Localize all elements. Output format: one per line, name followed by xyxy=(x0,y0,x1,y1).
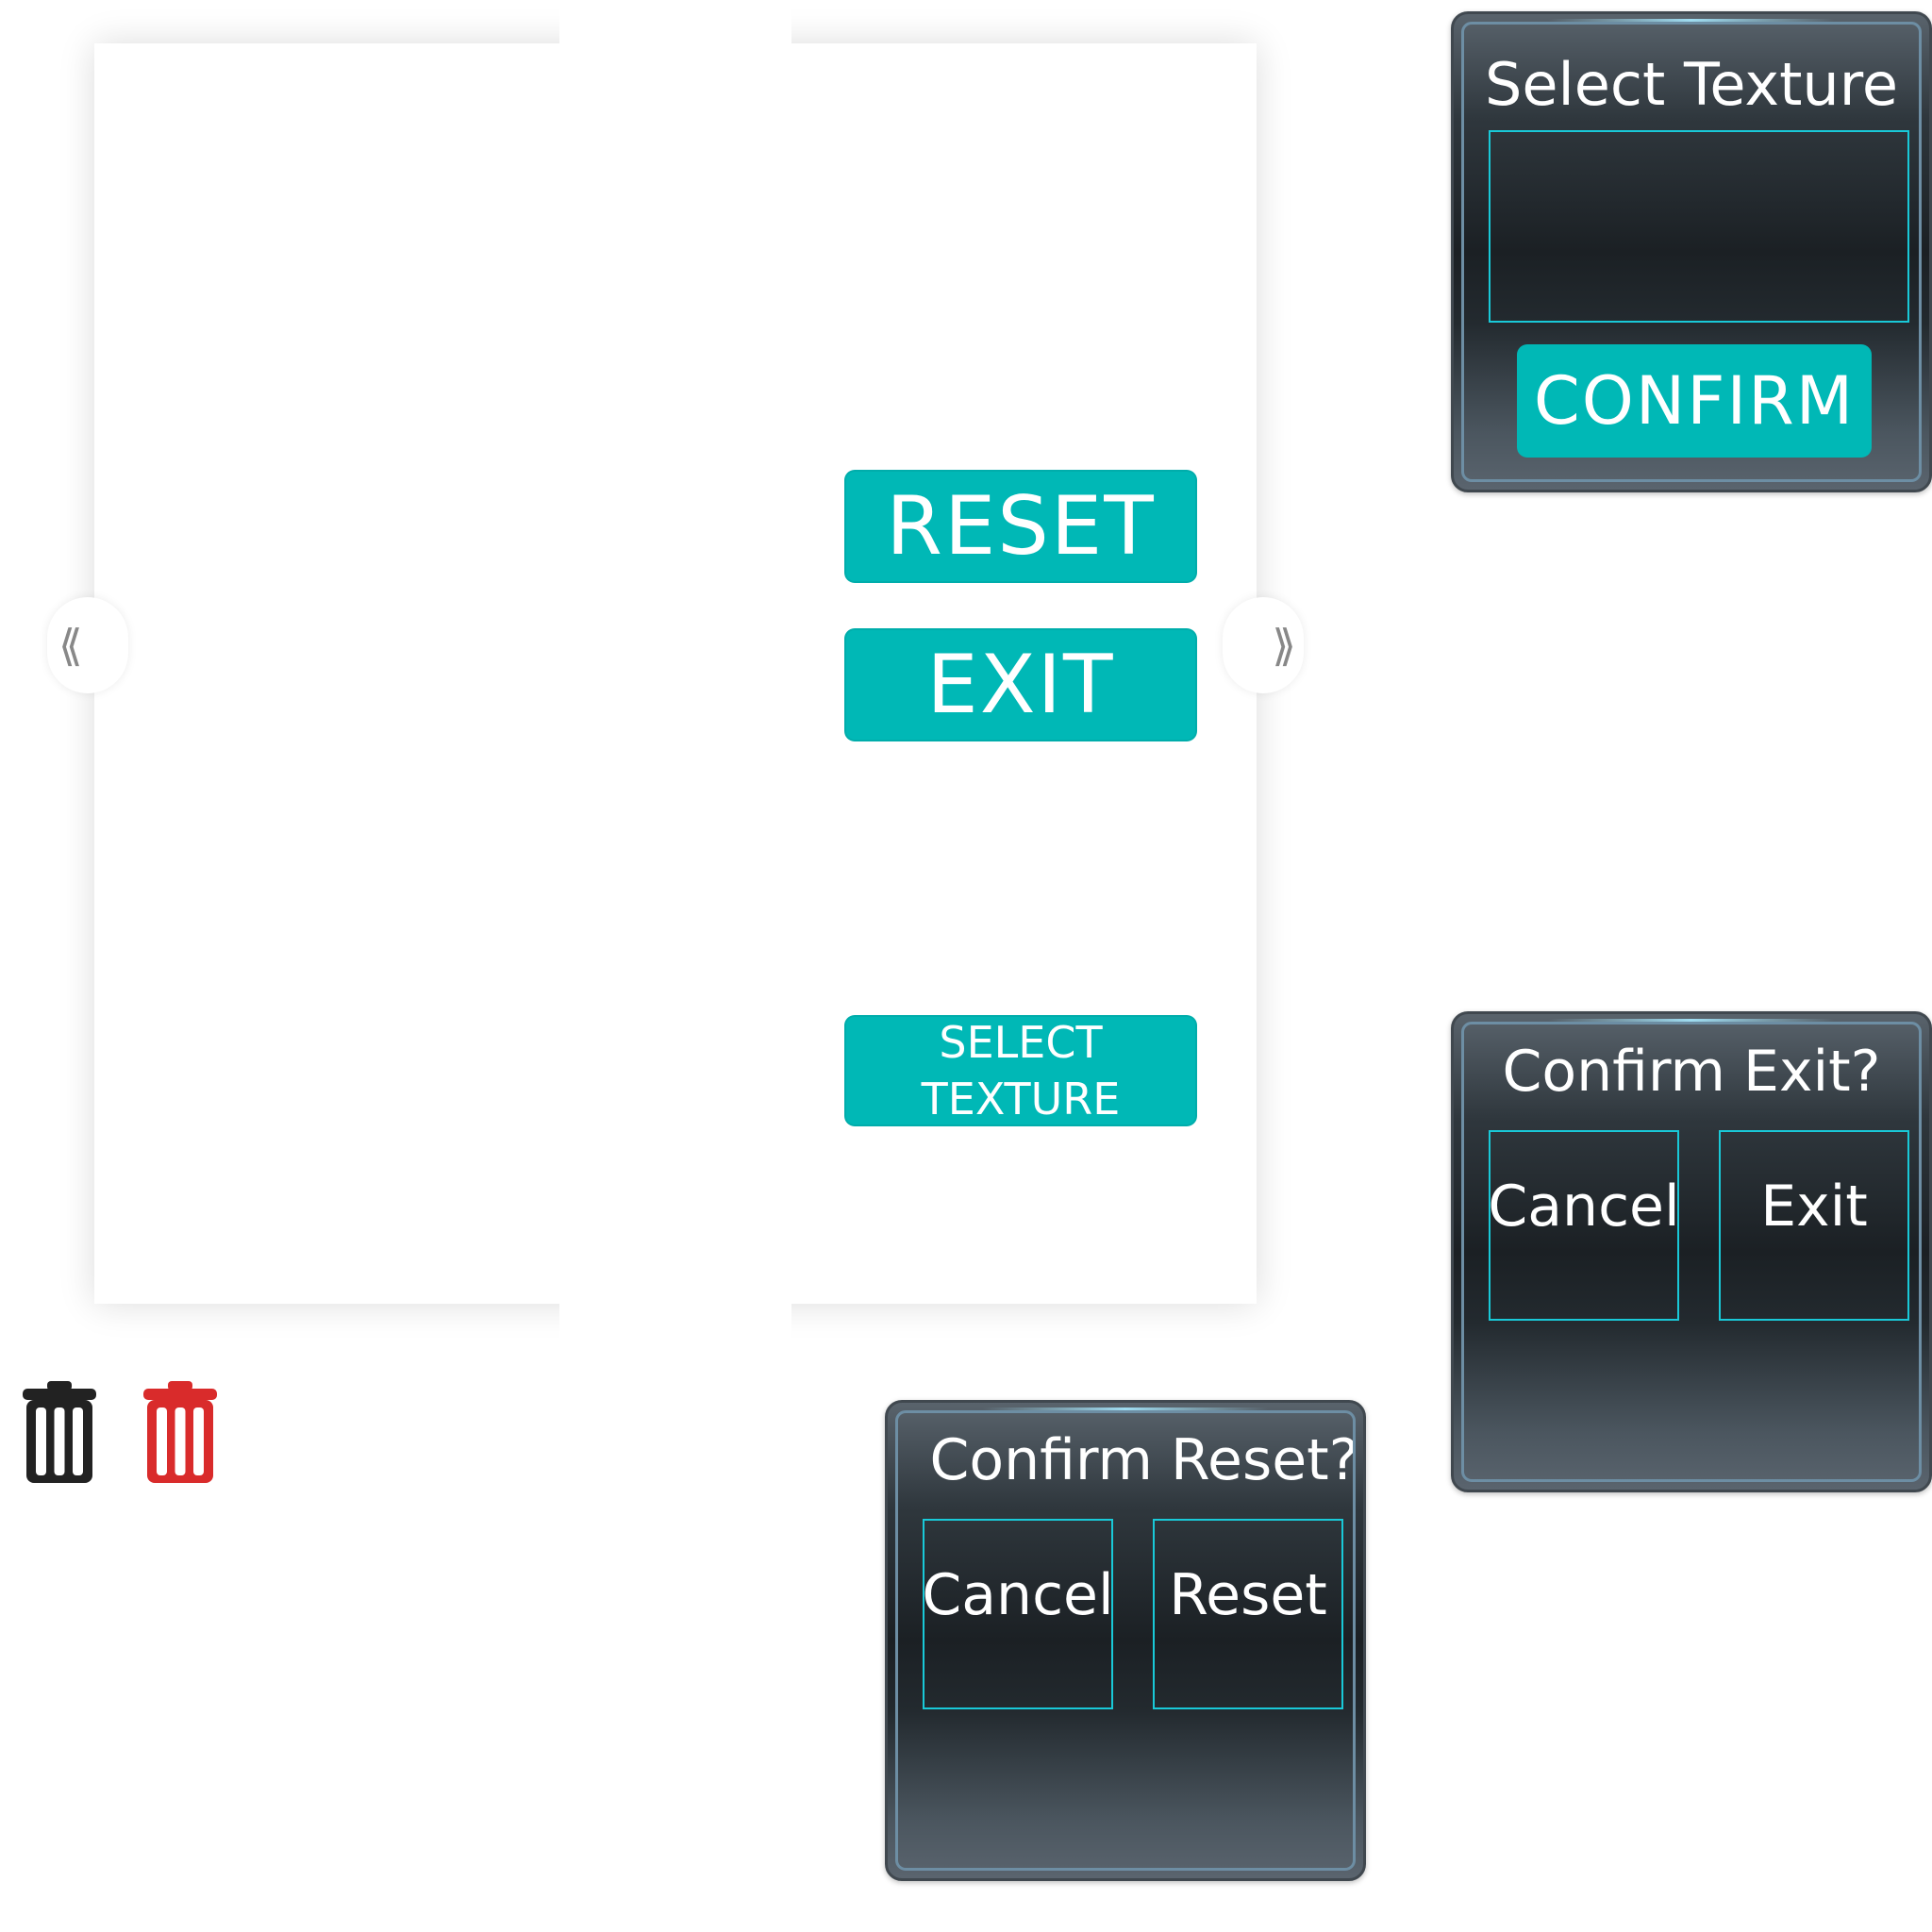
double-chevron-right-icon: ⟫ xyxy=(1272,620,1295,671)
cancel-reset-button[interactable]: Cancel xyxy=(922,1519,1114,1709)
confirm-exit-button[interactable]: Exit xyxy=(1719,1130,1909,1321)
cancel-exit-button[interactable]: Cancel xyxy=(1488,1130,1680,1321)
confirm-reset-button[interactable]: Reset xyxy=(1153,1519,1343,1709)
confirm-exit-label: Exit xyxy=(1760,1174,1868,1240)
previous-page-button[interactable]: ⟪ xyxy=(47,597,128,693)
confirm-reset-label: Reset xyxy=(1169,1562,1327,1628)
confirm-reset-dialog-title: Confirm Reset? xyxy=(929,1427,1359,1493)
confirm-reset-dialog: Confirm Reset? Cancel Reset xyxy=(885,1400,1366,1881)
reset-button[interactable]: RESET xyxy=(844,470,1197,583)
reset-button-label: RESET xyxy=(886,479,1156,574)
exit-button[interactable]: EXIT xyxy=(844,628,1197,741)
double-chevron-left-icon: ⟪ xyxy=(58,620,82,671)
confirm-exit-dialog: Confirm Exit? Cancel Exit xyxy=(1451,1011,1932,1492)
next-page-button[interactable]: ⟫ xyxy=(1223,597,1304,693)
canvas: ⟪ ⟫ RESET EXIT SELECT TEXTURE Select Tex… xyxy=(0,0,1932,1932)
exit-button-label: EXIT xyxy=(926,638,1115,732)
select-texture-dialog: Select Texture CONFIRM xyxy=(1451,11,1932,492)
trash-icon[interactable] xyxy=(21,1379,98,1489)
select-texture-label-line1: SELECT xyxy=(939,1017,1103,1068)
cancel-exit-label: Cancel xyxy=(1488,1174,1680,1240)
trash-icon-red[interactable] xyxy=(142,1379,219,1489)
select-texture-button[interactable]: SELECT TEXTURE xyxy=(844,1015,1197,1126)
select-texture-label-line2: TEXTURE xyxy=(921,1074,1121,1124)
select-texture-dialog-title: Select Texture xyxy=(1485,50,1898,119)
cancel-reset-label: Cancel xyxy=(922,1562,1114,1628)
texture-preview-slot[interactable] xyxy=(1489,130,1909,323)
panel-divider xyxy=(559,0,791,1340)
confirm-button-label: CONFIRM xyxy=(1533,362,1856,440)
confirm-exit-dialog-title: Confirm Exit? xyxy=(1502,1039,1881,1105)
confirm-button[interactable]: CONFIRM xyxy=(1517,344,1872,458)
